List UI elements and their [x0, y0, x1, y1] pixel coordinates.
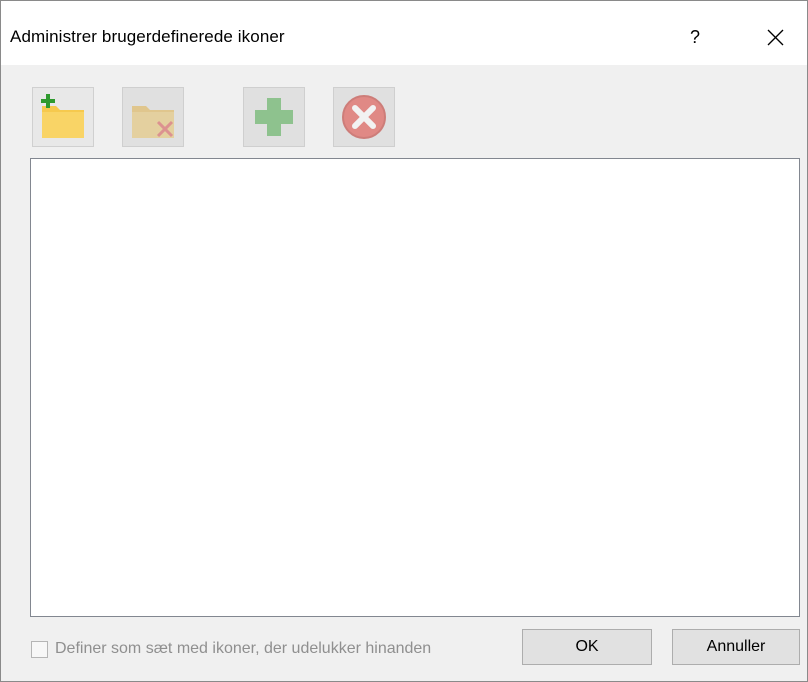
add-icon-button[interactable] [243, 87, 305, 147]
folder-add-icon [41, 94, 84, 138]
title-bar: Administrer brugerdefinerede ikoner ? [1, 1, 807, 65]
help-button[interactable]: ? [673, 19, 717, 55]
custom-icons-dialog: Administrer brugerdefinerede ikoner ? De… [0, 0, 808, 682]
delete-folder-button[interactable] [122, 87, 184, 147]
close-icon [767, 29, 784, 46]
mutually-exclusive-checkbox[interactable] [31, 640, 48, 658]
remove-icon-button[interactable] [333, 87, 395, 147]
mutually-exclusive-label: Definer som sæt med ikoner, der udelukke… [55, 640, 432, 657]
close-button[interactable] [753, 19, 797, 55]
cancel-button[interactable]: Annuller [672, 629, 800, 665]
icon-list[interactable] [30, 158, 800, 617]
plus-icon [255, 98, 293, 136]
dialog-title: Administrer brugerdefinerede ikoner [10, 27, 285, 46]
mutually-exclusive-option: Definer som sæt med ikoner, der udelukke… [31, 638, 431, 660]
new-folder-button[interactable] [32, 87, 94, 147]
remove-circle-icon [342, 95, 386, 139]
ok-button[interactable]: OK [522, 629, 652, 665]
folder-delete-icon [132, 106, 174, 138]
